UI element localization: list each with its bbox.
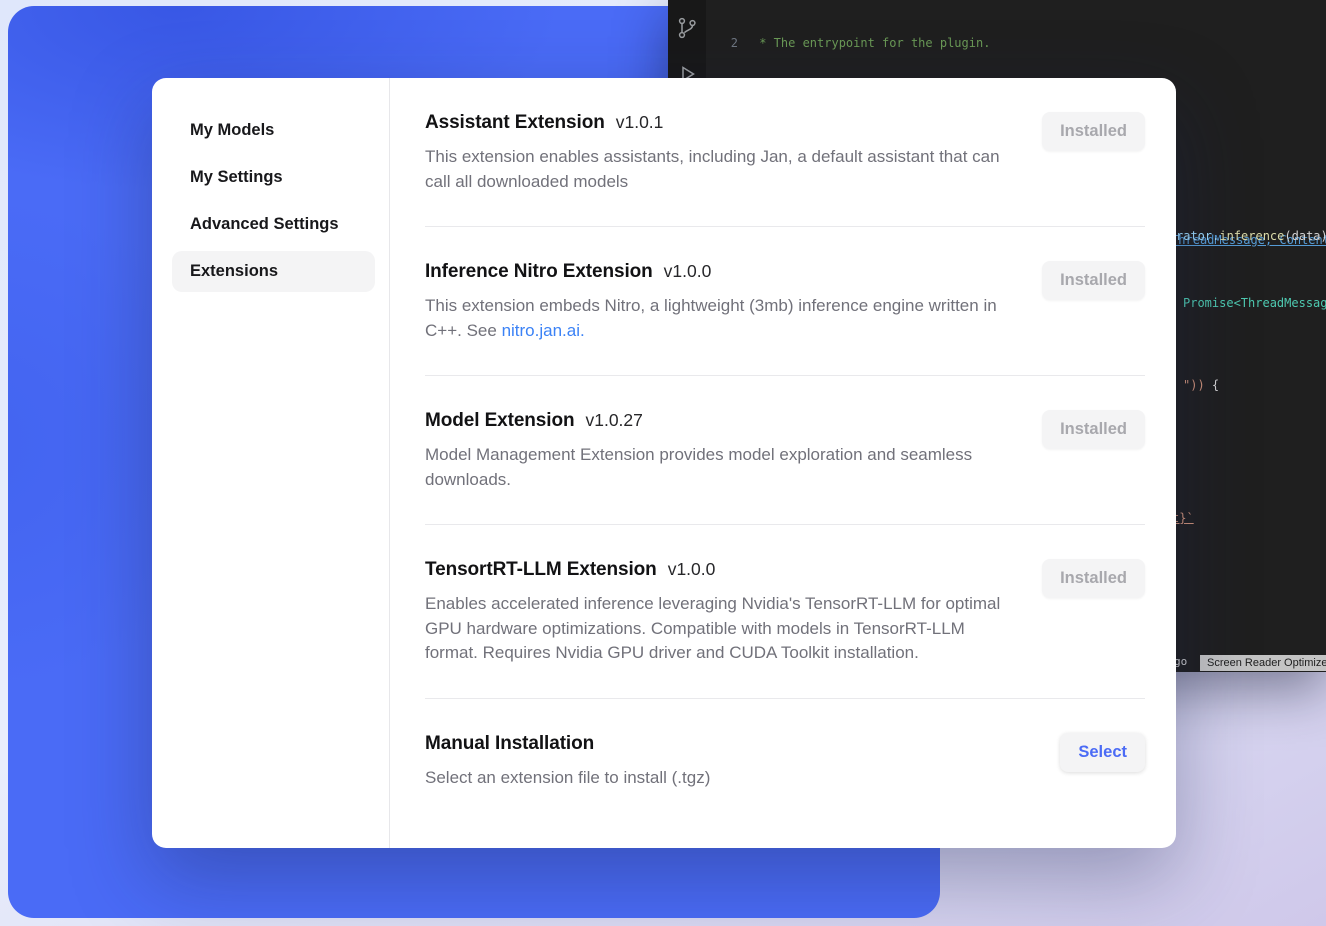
extension-description: Enables accelerated inference leveraging… [425,592,1005,666]
installed-button[interactable]: Installed [1042,410,1145,449]
extension-title-line: Inference Nitro Extension v1.0.0 [425,261,1005,283]
extension-title: Assistant Extension [425,112,605,134]
extension-description: This extension enables assistants, inclu… [425,145,1005,194]
extension-description: Model Management Extension provides mode… [425,443,1005,492]
settings-modal: My Models My Settings Advanced Settings … [152,78,1176,848]
extension-version: v1.0.27 [585,410,642,431]
code-fragment: Promise<ThreadMessage> [1183,296,1326,310]
settings-sidebar: My Models My Settings Advanced Settings … [152,78,390,848]
code-line: 2 * The entrypoint for the plugin. [706,35,1326,51]
installed-button[interactable]: Installed [1042,112,1145,151]
extension-info: Manual Installation Select an extension … [425,733,710,791]
code-token: (data)); [1284,229,1326,243]
screen-reader-optimized-badge[interactable]: Screen Reader Optimized [1200,655,1326,671]
extension-title: Inference Nitro Extension [425,261,653,283]
nitro-jan-ai-link[interactable]: nitro.jan.ai. [502,321,585,340]
extension-info: Model Extension v1.0.27 Model Management… [425,410,1005,492]
extension-row-model: Model Extension v1.0.27 Model Management… [425,376,1145,525]
code-token: rator. [1176,229,1219,243]
sidebar-item-my-settings[interactable]: My Settings [172,157,375,198]
extension-description: Select an extension file to install (.tg… [425,766,710,791]
extension-title-line: Model Extension v1.0.27 [425,410,1005,432]
extension-title-line: Manual Installation [425,733,710,755]
extension-info: Assistant Extension v1.0.1 This extensio… [425,112,1005,194]
extension-description: This extension embeds Nitro, a lightweig… [425,294,1005,343]
line-number: 2 [706,35,738,51]
sidebar-item-my-models[interactable]: My Models [172,110,375,151]
extension-title-line: Assistant Extension v1.0.1 [425,112,1005,134]
source-control-icon[interactable] [675,16,699,40]
code-token: { [1205,378,1219,392]
installed-button[interactable]: Installed [1042,261,1145,300]
extension-title: Model Extension [425,410,574,432]
extension-title: Manual Installation [425,733,594,755]
select-file-button[interactable]: Select [1060,733,1145,772]
extension-info: Inference Nitro Extension v1.0.0 This ex… [425,261,1005,343]
code-fragment: rator.inference(data)); [1176,229,1326,243]
extension-version: v1.0.0 [668,559,716,580]
extension-row-manual-installation: Manual Installation Select an extension … [425,699,1145,823]
extension-row-inference-nitro: Inference Nitro Extension v1.0.0 This ex… [425,227,1145,376]
sidebar-item-advanced-settings[interactable]: Advanced Settings [172,204,375,245]
installed-button[interactable]: Installed [1042,559,1145,598]
extension-info: TensortRT-LLM Extension v1.0.0 Enables a… [425,559,1005,666]
extension-title: TensortRT-LLM Extension [425,559,657,581]
extension-title-line: TensortRT-LLM Extension v1.0.0 [425,559,1005,581]
code-token: inference [1219,229,1284,243]
code-text: * The entrypoint for the plugin. [738,35,990,51]
extension-row-tensorrt-llm: TensortRT-LLM Extension v1.0.0 Enables a… [425,525,1145,699]
extensions-panel: Assistant Extension v1.0.1 This extensio… [390,78,1176,848]
code-token: ")) [1183,378,1205,392]
extension-row-assistant: Assistant Extension v1.0.1 This extensio… [425,112,1145,227]
extension-version: v1.0.0 [664,261,712,282]
sidebar-item-extensions[interactable]: Extensions [172,251,375,292]
code-fragment: ")) { [1183,378,1219,392]
extension-version: v1.0.1 [616,112,664,133]
